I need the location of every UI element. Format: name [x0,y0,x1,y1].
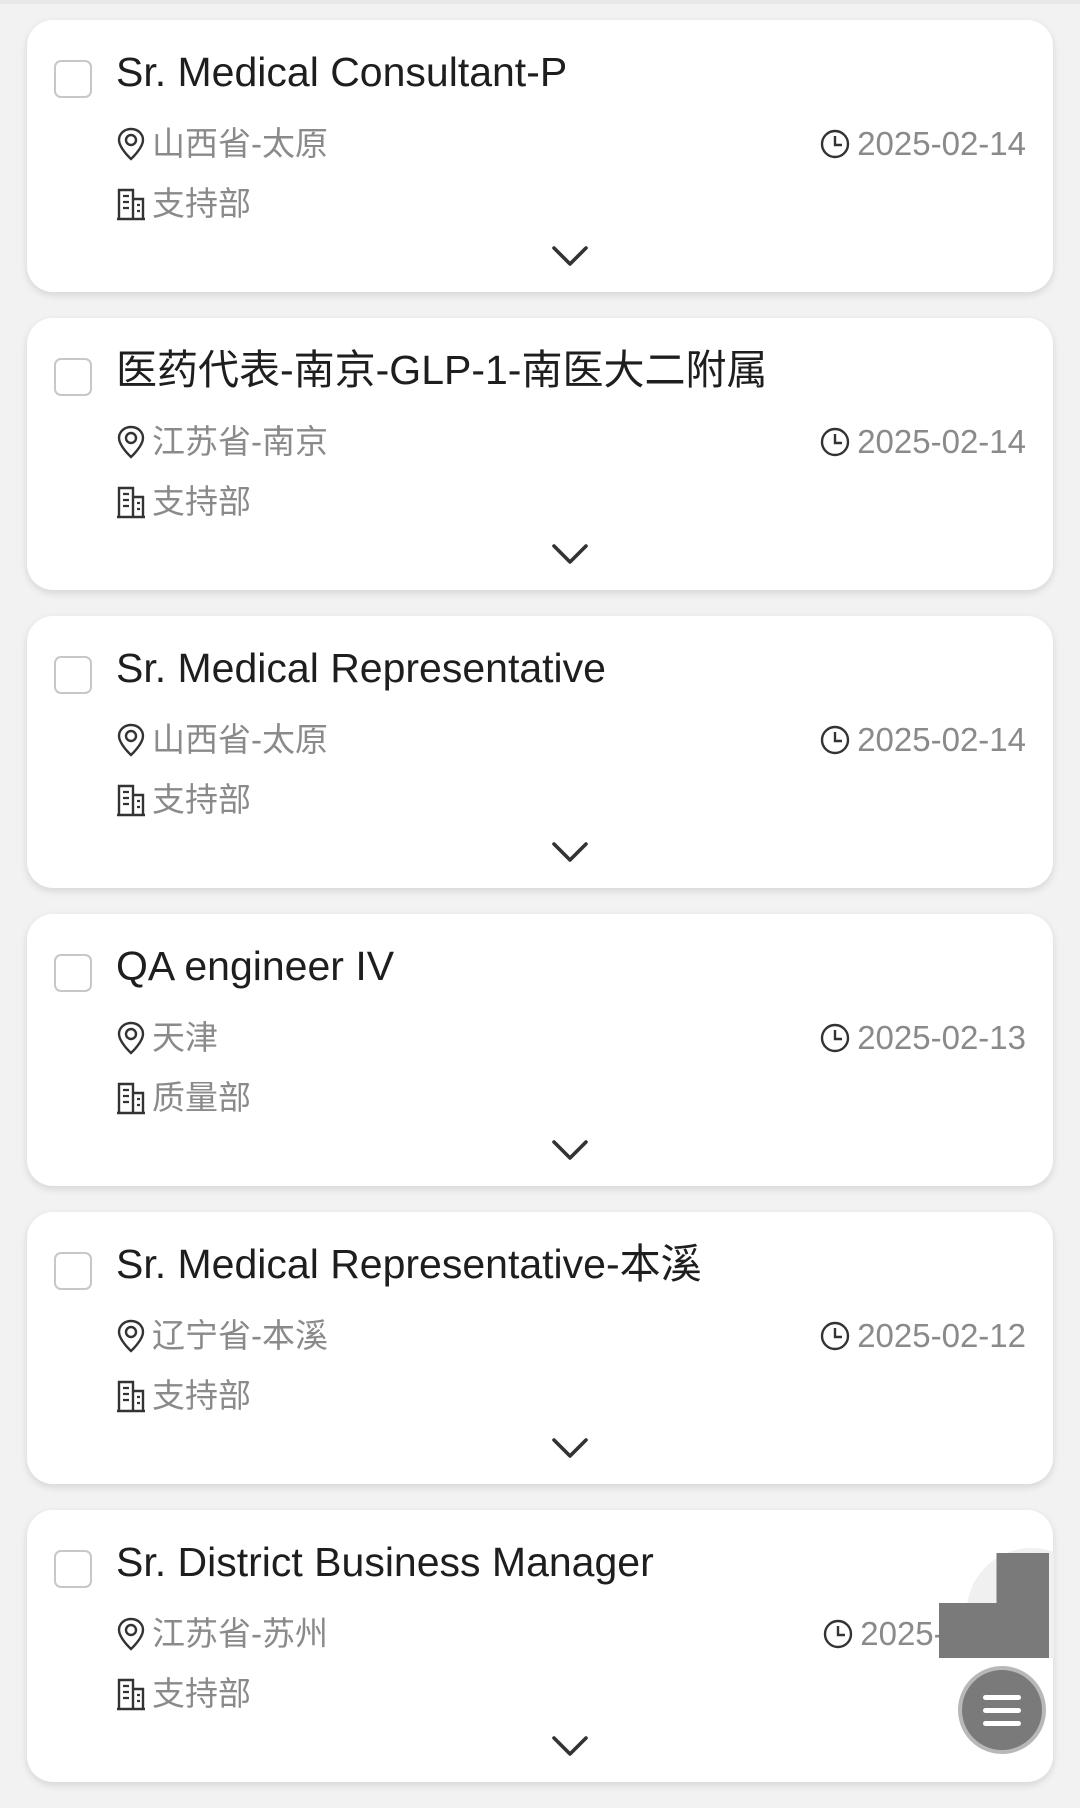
hamburger-menu-icon[interactable] [958,1666,1046,1754]
location-pin-icon [117,1021,145,1055]
job-checkbox[interactable] [54,954,92,992]
location-pin-icon [117,425,145,459]
building-icon [117,188,145,220]
building-icon [117,1678,145,1710]
floating-overlay-icon[interactable] [934,1548,1054,1658]
job-location-text: 山西省-太原 [152,721,328,758]
job-card[interactable]: Sr. Medical Representative 山西省-太原 支持部 20… [27,616,1053,888]
chevron-down-icon[interactable] [550,540,590,568]
job-location: 天津 [116,1018,218,1058]
job-department: 支持部 [116,1674,251,1714]
job-title[interactable]: Sr. Medical Consultant-P [116,48,567,97]
job-department: 支持部 [116,1376,251,1416]
job-title[interactable]: Sr. District Business Manager [116,1538,654,1587]
job-title[interactable]: Sr. Medical Representative [116,644,606,693]
job-department-text: 支持部 [152,1377,251,1414]
job-title[interactable]: QA engineer IV [116,942,394,991]
job-location-text: 山西省-太原 [152,125,328,162]
job-date: 2025-02-14 [819,720,1026,760]
job-location: 山西省-太原 [116,720,328,760]
job-card[interactable]: Sr. Medical Consultant-P 山西省-太原 支持部 2025… [27,20,1053,292]
location-pin-icon [117,1617,145,1651]
job-location-text: 辽宁省-本溪 [152,1317,328,1354]
building-icon [117,1082,145,1114]
job-title[interactable]: 医药代表-南京-GLP-1-南医大二附属 [116,346,767,395]
job-date: 2025-02-12 [819,1316,1026,1356]
job-list: Sr. Medical Consultant-P 山西省-太原 支持部 2025… [27,20,1053,1808]
job-date-text: 2025-02-13 [857,1019,1026,1056]
job-department: 支持部 [116,184,251,224]
menu-line [983,1707,1021,1713]
building-icon [117,486,145,518]
job-location-text: 江苏省-南京 [152,423,328,460]
building-icon [117,1380,145,1412]
job-department: 质量部 [116,1078,251,1118]
job-checkbox[interactable] [54,60,92,98]
job-date-text: 2025-02-14 [857,721,1026,758]
job-date-text: 2025-02-14 [857,125,1026,162]
location-pin-icon [117,723,145,757]
job-checkbox[interactable] [54,1550,92,1588]
clock-icon [824,1619,853,1648]
job-location: 山西省-太原 [116,124,328,164]
job-department-text: 支持部 [152,781,251,818]
chevron-down-icon[interactable] [550,838,590,866]
job-date: 2025-02-14 [819,124,1026,164]
clock-icon [820,129,850,158]
clock-icon [820,725,850,754]
job-location: 江苏省-苏州 [116,1614,328,1654]
clock-icon [820,1321,850,1350]
job-department-text: 支持部 [152,483,251,520]
chevron-down-icon[interactable] [550,1434,590,1462]
top-edge [0,0,1080,4]
chevron-down-icon[interactable] [550,1732,590,1760]
job-location: 江苏省-南京 [116,422,328,462]
job-checkbox[interactable] [54,1252,92,1290]
job-date-text: 2025-02-14 [857,423,1026,460]
menu-line [983,1720,1021,1726]
job-date-text: 2025-02-12 [857,1317,1026,1354]
job-department-text: 支持部 [152,185,251,222]
job-location: 辽宁省-本溪 [116,1316,328,1356]
job-title[interactable]: Sr. Medical Representative-本溪 [116,1240,702,1289]
job-date: 2025-02-13 [819,1018,1026,1058]
chevron-down-icon[interactable] [550,242,590,270]
job-card[interactable]: Sr. District Business Manager 江苏省-苏州 支持部… [27,1510,1053,1782]
location-pin-icon [117,127,145,161]
job-card[interactable]: QA engineer IV 天津 质量部 2025-02-13 [27,914,1053,1186]
job-card[interactable]: 医药代表-南京-GLP-1-南医大二附属 江苏省-南京 支持部 2025-02-… [27,318,1053,590]
chevron-down-icon[interactable] [550,1136,590,1164]
job-department-text: 质量部 [152,1079,251,1116]
job-card[interactable]: Sr. Medical Representative-本溪 辽宁省-本溪 支持部… [27,1212,1053,1484]
job-location-text: 江苏省-苏州 [152,1615,328,1652]
menu-line [983,1694,1021,1700]
job-department: 支持部 [116,780,251,820]
job-checkbox[interactable] [54,656,92,694]
job-date: 2025-02-14 [819,422,1026,462]
job-department: 支持部 [116,482,251,522]
job-department-text: 支持部 [152,1675,251,1712]
job-location-text: 天津 [152,1019,218,1056]
location-pin-icon [117,1319,145,1353]
clock-icon [820,1023,850,1052]
clock-icon [820,427,850,456]
job-checkbox[interactable] [54,358,92,396]
building-icon [117,784,145,816]
